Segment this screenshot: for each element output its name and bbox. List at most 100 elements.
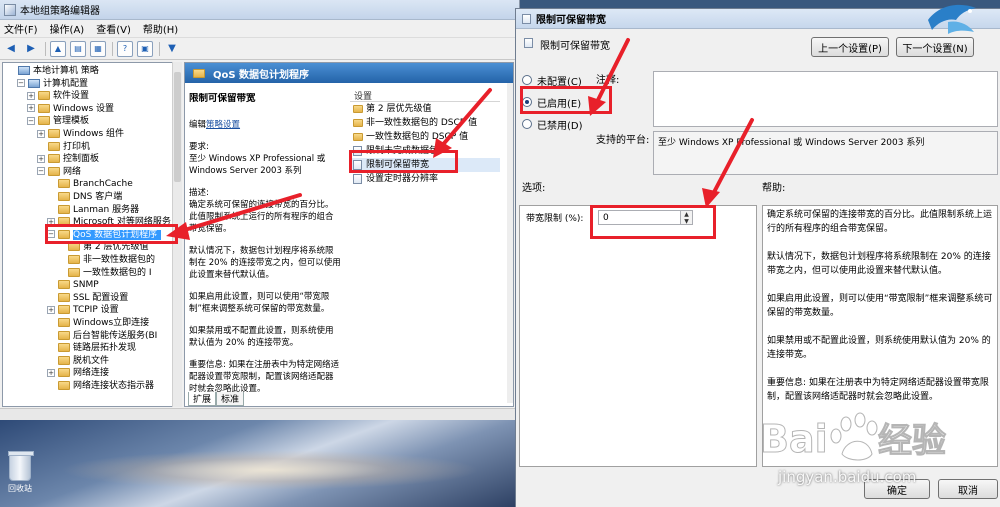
help-icon[interactable]: ? [117, 40, 133, 57]
tree-node[interactable]: 打印机 [37, 141, 90, 153]
expand-icon[interactable]: + [47, 368, 55, 377]
list-item[interactable]: 第 2 层优先级值 [350, 102, 500, 116]
annotation-box-list-item [349, 150, 458, 173]
up-folder-icon[interactable]: ▲ [50, 40, 66, 57]
view-tabs: 扩展 标准 [188, 392, 245, 406]
options-label: 选项: [522, 183, 546, 194]
tree-node[interactable]: + TCPIP 设置 [47, 304, 119, 316]
tree-node[interactable]: + Windows 组件 [37, 128, 124, 140]
next-setting-button[interactable]: 下一个设置(N) [896, 37, 974, 57]
tree-node-label: BranchCache [73, 179, 133, 190]
tree-node[interactable]: − 管理模板 [27, 115, 89, 127]
description-para-4: 如果禁用或不配置此设置，则系统使用默认值为 20% 的连接带宽。 [189, 326, 334, 348]
collapse-icon[interactable]: − [17, 79, 25, 88]
folder-icon [48, 141, 60, 151]
bandwidth-limit-label: 带宽限制 (%): [526, 214, 584, 224]
tree-node[interactable]: SNMP [47, 279, 99, 291]
help-para-5: 重要信息: 如果在注册表中为特定网络适配器设置带宽限制，配置该网络适配器时就会忽… [767, 378, 989, 402]
menu-help[interactable]: 帮助(H) [143, 21, 178, 36]
expand-icon[interactable]: + [27, 91, 35, 100]
tree-node[interactable]: SSL 配置设置 [47, 292, 128, 304]
recycle-bin-label: 回收站 [8, 484, 32, 493]
comment-label: 注释: [596, 75, 620, 86]
edit-policy-link[interactable]: 策略设置 [206, 120, 240, 130]
tree-node-label: SSL 配置设置 [73, 292, 129, 303]
tree-node[interactable]: + 网络连接 [47, 367, 109, 379]
menu-file[interactable]: 文件(F) [4, 21, 38, 36]
pane-scrollbar[interactable] [507, 83, 513, 403]
pane-header-title: QoS 数据包计划程序 [213, 69, 310, 81]
group-policy-editor-window: 本地组策略编辑器 文件(F) 操作(A) 查看(V) 帮助(H) ◀ ▶ ▲ ▤… [0, 0, 520, 420]
list-item[interactable]: 非一致性数据包的 DSCP 值 [350, 116, 500, 130]
column-header-settings[interactable]: 设置 [350, 89, 500, 102]
properties-icon[interactable]: ▣ [137, 40, 153, 57]
tree-node[interactable]: Lanman 服务器 [47, 204, 139, 216]
expand-icon[interactable]: + [37, 129, 45, 138]
filter-icon[interactable]: ▼ [164, 41, 180, 57]
comment-field[interactable] [653, 71, 998, 127]
tab-extended[interactable]: 扩展 [188, 392, 217, 406]
expand-icon[interactable]: + [37, 154, 45, 163]
cancel-button[interactable]: 取消 [938, 479, 998, 499]
tree-node[interactable]: + 控制面板 [37, 153, 99, 165]
tree-node[interactable]: 脱机文件 [47, 355, 109, 367]
previous-setting-button[interactable]: 上一个设置(P) [811, 37, 889, 57]
collapse-icon[interactable]: − [37, 167, 45, 176]
description-text: 确定系统可保留的连接带宽的百分比。此值限制系统上运行的所有程序的组合带宽保留。 [189, 200, 334, 234]
tree-node[interactable]: − 网络 [37, 166, 81, 178]
toolbar-divider [159, 41, 160, 56]
tree-node-label: 软件设置 [53, 91, 90, 102]
tree-node[interactable]: 链路层拓扑发现 [47, 342, 136, 354]
folder-icon [353, 132, 363, 141]
annotation-box-bandwidth [590, 205, 716, 239]
tree-node[interactable]: 网络连接状态指示器 [47, 380, 154, 392]
tree-node[interactable]: + 软件设置 [27, 90, 89, 102]
tree-node[interactable]: 非一致性数据包的 [57, 254, 155, 266]
svg-text:经验: 经验 [878, 421, 946, 461]
list-item[interactable]: 一致性数据包的 DSCP 值 [350, 130, 500, 144]
tree-node-label: 链路层拓扑发现 [73, 343, 137, 354]
tree-node[interactable]: 本地计算机 策略 [7, 65, 99, 77]
bird-logo-icon [928, 4, 976, 34]
list-item[interactable]: 设置定时器分辨率 [350, 172, 500, 186]
forward-arrow-icon[interactable]: ▶ [23, 41, 39, 57]
back-arrow-icon[interactable]: ◀ [3, 41, 19, 57]
tree-node-label: 网络连接 [73, 368, 110, 379]
folder-icon [58, 343, 70, 353]
folder-icon [68, 267, 80, 277]
annotation-box-tree-qos [45, 224, 178, 244]
tree-node[interactable]: BranchCache [47, 178, 133, 190]
tree-node[interactable]: + Windows 设置 [27, 103, 114, 115]
disabled-label[interactable]: 已禁用(D) [537, 117, 583, 132]
recycle-bin-icon[interactable] [8, 451, 34, 481]
tree-node[interactable]: 后台智能传送服务(BI [47, 330, 157, 342]
folder-icon [48, 154, 60, 164]
tree-node[interactable]: DNS 客户端 [47, 191, 122, 203]
menu-view[interactable]: 查看(V) [96, 21, 131, 36]
expand-icon[interactable]: + [27, 104, 35, 113]
collapse-icon[interactable]: − [27, 116, 35, 125]
tree-node[interactable]: 一致性数据包的 I [57, 267, 152, 279]
expand-icon[interactable]: + [47, 305, 55, 314]
show-tree-icon[interactable]: ▤ [70, 40, 86, 57]
tree-node-label: 非一致性数据包的 [83, 255, 156, 265]
menu-action[interactable]: 操作(A) [50, 21, 85, 36]
tree-scroll-thumb[interactable] [174, 72, 181, 182]
tree-node[interactable]: − 计算机配置 [17, 78, 88, 90]
tab-standard[interactable]: 标准 [216, 392, 245, 406]
tree-node[interactable]: Windows立即连接 [47, 317, 149, 329]
tree-node-label: DNS 客户端 [73, 192, 123, 202]
not-configured-radio[interactable] [522, 75, 532, 85]
folder-icon [353, 104, 363, 113]
disabled-radio[interactable] [522, 119, 532, 129]
export-list-icon[interactable]: ▦ [90, 40, 106, 57]
recycle-bin[interactable]: 回收站 [2, 451, 38, 494]
supported-platform-field: 至少 Windows XP Professional 或 Windows Ser… [653, 131, 998, 175]
